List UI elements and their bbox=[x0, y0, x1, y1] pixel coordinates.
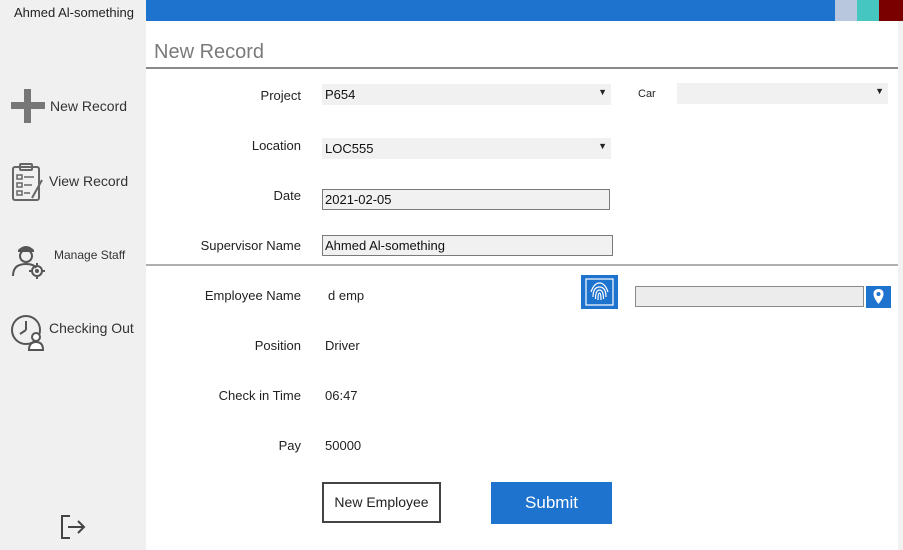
chevron-down-icon: ▼ bbox=[598, 141, 607, 151]
position-value: Driver bbox=[325, 338, 360, 353]
date-input[interactable]: 2021-02-05 bbox=[322, 189, 610, 210]
location-label: Location bbox=[251, 138, 301, 153]
sidebar-item-checking-out[interactable]: Checking Out bbox=[0, 306, 146, 356]
supervisor-value: Ahmed Al-something bbox=[325, 238, 445, 253]
supervisor-input[interactable]: Ahmed Al-something bbox=[322, 235, 613, 256]
plus-icon bbox=[10, 88, 46, 124]
sidebar-item-manage-staff[interactable]: Manage Staff bbox=[0, 234, 146, 284]
project-select[interactable]: P654 ▼ bbox=[322, 84, 611, 105]
location-pin-button[interactable] bbox=[866, 286, 891, 308]
location-select[interactable]: LOC555 ▼ bbox=[322, 138, 611, 159]
car-select[interactable]: ▼ bbox=[677, 83, 888, 104]
close-button[interactable] bbox=[879, 0, 903, 21]
page-title: New Record bbox=[154, 41, 265, 63]
sidebar-item-view-record[interactable]: View Record bbox=[0, 156, 146, 206]
map-pin-icon bbox=[866, 289, 891, 311]
window-edge bbox=[898, 21, 903, 550]
sidebar-item-label: Checking Out bbox=[49, 320, 134, 336]
clipboard-checklist-icon bbox=[10, 162, 46, 201]
sidebar-item-label: View Record bbox=[49, 173, 129, 189]
submit-button[interactable]: Submit bbox=[491, 482, 612, 524]
new-employee-button[interactable]: New Employee bbox=[322, 482, 441, 523]
title-divider bbox=[146, 67, 898, 69]
car-label: Car bbox=[638, 88, 656, 100]
location-value: LOC555 bbox=[325, 141, 374, 156]
employee-label: Employee Name bbox=[204, 288, 301, 303]
employee-value: d emp bbox=[328, 288, 365, 303]
position-label: Position bbox=[254, 338, 301, 353]
clock-user-icon bbox=[10, 312, 46, 351]
sidebar-item-new-record[interactable]: New Record bbox=[0, 82, 146, 132]
logout-icon[interactable] bbox=[58, 512, 88, 542]
fingerprint-icon bbox=[581, 278, 618, 312]
checkin-label: Check in Time bbox=[218, 388, 301, 403]
chevron-down-icon: ▼ bbox=[598, 87, 607, 97]
project-label: Project bbox=[260, 88, 301, 103]
sidebar: Ahmed Al-something New Record View Recor… bbox=[0, 0, 146, 550]
project-value: P654 bbox=[325, 87, 356, 102]
title-bar bbox=[146, 0, 835, 21]
checkin-value: 06:47 bbox=[325, 388, 358, 403]
pay-value: 50000 bbox=[325, 438, 362, 453]
staff-gear-icon bbox=[10, 240, 46, 279]
gps-location-field[interactable] bbox=[635, 286, 864, 307]
date-value: 2021-02-05 bbox=[325, 192, 392, 207]
section-divider bbox=[146, 264, 898, 266]
sidebar-item-label: New Record bbox=[50, 98, 128, 114]
pay-label: Pay bbox=[278, 438, 301, 453]
chevron-down-icon: ▼ bbox=[875, 86, 884, 96]
minimize-button[interactable] bbox=[835, 0, 857, 21]
user-name: Ahmed Al-something bbox=[14, 5, 134, 20]
sidebar-item-label: Manage Staff bbox=[54, 248, 126, 262]
fingerprint-scan-button[interactable] bbox=[581, 275, 618, 309]
supervisor-label: Supervisor Name bbox=[200, 238, 301, 253]
date-label: Date bbox=[273, 188, 301, 203]
maximize-button[interactable] bbox=[857, 0, 879, 21]
